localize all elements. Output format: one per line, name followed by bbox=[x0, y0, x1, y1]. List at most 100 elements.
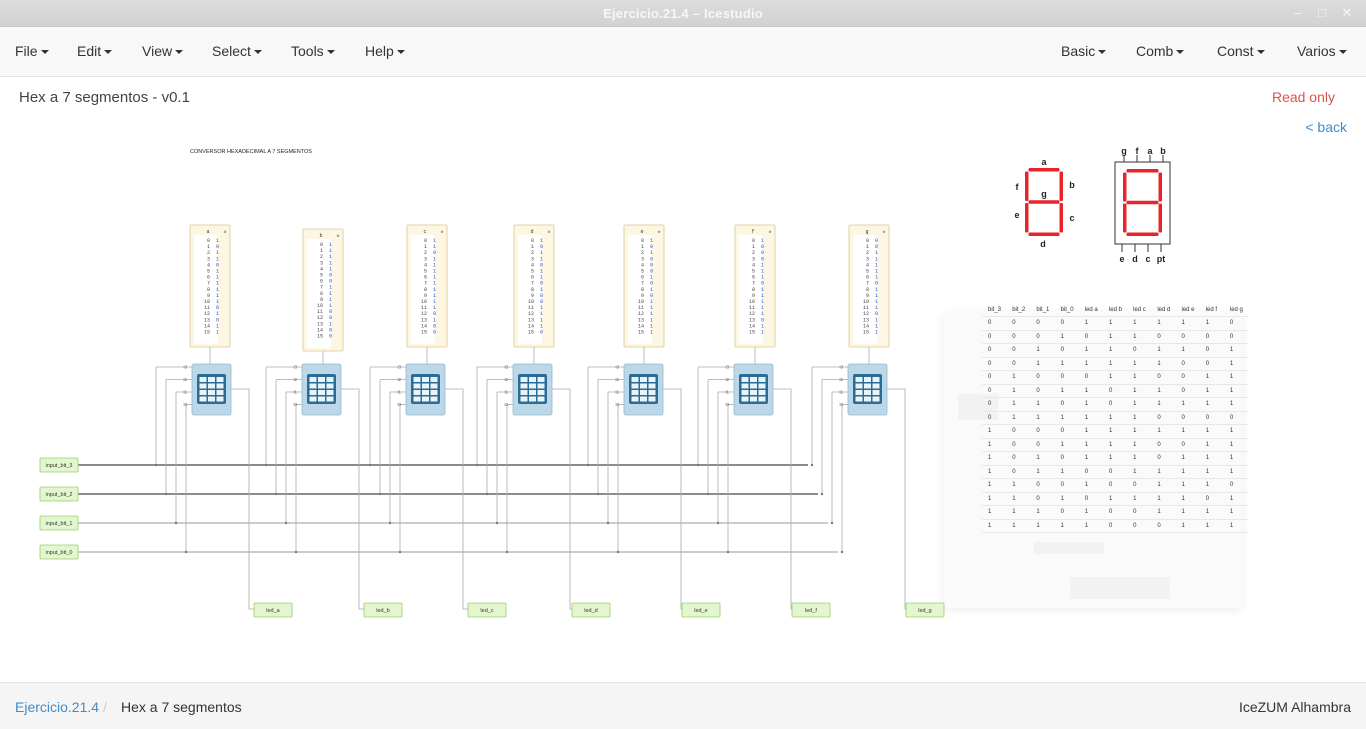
memory-index: 14 bbox=[749, 323, 755, 329]
memory-bit: 0 bbox=[329, 334, 332, 340]
memory-title: d bbox=[530, 229, 533, 235]
truth-table-cell: 1 bbox=[1078, 451, 1103, 466]
truth-table-header-cell: bit_2 bbox=[1006, 303, 1031, 317]
truth-table-cell: 0 bbox=[1151, 451, 1176, 466]
segment-label-a: a bbox=[1041, 157, 1047, 167]
memory-bit: 1 bbox=[875, 305, 878, 311]
memory-bit: 1 bbox=[650, 305, 653, 311]
table-icon-cell bbox=[537, 377, 545, 382]
board-name[interactable]: IceZUM Alhambra bbox=[1239, 699, 1351, 715]
bottom-pin-label: e bbox=[1119, 254, 1124, 264]
truth-table-cell: 0 bbox=[1102, 478, 1128, 493]
table-icon-cell bbox=[741, 377, 749, 382]
memory-bit: 1 bbox=[875, 250, 878, 256]
port-label: i1 bbox=[183, 390, 187, 395]
memory-index: 14 bbox=[638, 323, 644, 329]
memory-bit: 1 bbox=[650, 238, 653, 244]
table-icon-cell bbox=[326, 390, 334, 395]
port-label: i3 bbox=[504, 365, 508, 370]
truth-table-cell: 1 bbox=[1175, 451, 1200, 466]
truth-table-cell: 0 bbox=[1030, 492, 1055, 506]
wire-junction bbox=[294, 550, 298, 554]
memory-bit: 1 bbox=[540, 256, 543, 262]
memory-bit: 1 bbox=[216, 299, 219, 305]
breadcrumb-project[interactable]: Ejercicio.21.4 bbox=[15, 699, 99, 715]
table-icon-cell bbox=[520, 396, 528, 402]
truth-table-cell: 0 bbox=[1030, 384, 1055, 398]
truth-table-cell: 1 bbox=[1102, 330, 1128, 344]
truth-table-cell: 1 bbox=[1151, 384, 1176, 398]
memory-title: e bbox=[640, 229, 643, 235]
memory-bit: 1 bbox=[329, 303, 332, 309]
table-icon-cell bbox=[864, 383, 871, 389]
memory-bit: 0 bbox=[540, 244, 543, 250]
port-label: i3 bbox=[725, 365, 729, 370]
truth-table-cell: 0 bbox=[1175, 370, 1200, 385]
output-label: led_b bbox=[376, 608, 389, 614]
truth-table-cell: 0 bbox=[1054, 424, 1079, 439]
truth-table-header-cell: bit_3 bbox=[982, 303, 1007, 317]
memory-index: 10 bbox=[749, 299, 755, 305]
wire-junction bbox=[284, 521, 288, 525]
package-digit-segment bbox=[1158, 172, 1162, 202]
table-icon-cell bbox=[631, 377, 639, 382]
truth-table-cell: 0 bbox=[1223, 316, 1249, 331]
table-icon-cell bbox=[872, 390, 880, 395]
memory-index: 10 bbox=[638, 299, 644, 305]
memory-index: 15 bbox=[638, 330, 644, 336]
truth-table-cell: 1 bbox=[1223, 357, 1249, 371]
table-icon-cell bbox=[318, 377, 325, 382]
truth-table-cell: 1 bbox=[1199, 384, 1224, 398]
table-icon-cell bbox=[758, 390, 766, 395]
memory-index: 0 bbox=[207, 238, 210, 244]
memory-bit: 1 bbox=[433, 262, 436, 268]
table-icon-cell bbox=[413, 377, 421, 382]
memory-index: 14 bbox=[863, 323, 869, 329]
output-wire bbox=[341, 388, 364, 610]
truth-table-cell: 1 bbox=[1030, 465, 1055, 479]
segment-label-f: f bbox=[1016, 182, 1020, 192]
table-icon-cell bbox=[326, 377, 334, 382]
memory-bit: 1 bbox=[329, 248, 332, 254]
memory-bit: 0 bbox=[216, 317, 219, 323]
truth-table-cell: 1 bbox=[1151, 505, 1176, 520]
memory-index: 3 bbox=[752, 256, 755, 262]
package-digit-segment bbox=[1158, 203, 1162, 233]
truth-table-cell: 1 bbox=[1199, 465, 1224, 479]
memory-bit: 1 bbox=[216, 275, 219, 281]
memory-bit: 0 bbox=[433, 311, 436, 317]
truth-table-cell: 0 bbox=[1199, 492, 1224, 506]
wire-junction bbox=[174, 521, 178, 525]
truth-table-cell: 0 bbox=[1078, 370, 1103, 385]
memory-index: 6 bbox=[320, 279, 323, 285]
wire-junction bbox=[264, 463, 268, 467]
memory-bit: 0 bbox=[216, 305, 219, 311]
truth-table-row: 01101011111 bbox=[982, 397, 1249, 412]
memory-index: 6 bbox=[752, 275, 755, 281]
memory-title: f bbox=[751, 229, 754, 235]
truth-table-cell: 1 bbox=[1199, 451, 1224, 466]
truth-table-header-cell: led g bbox=[1223, 303, 1249, 317]
memory-index: 4 bbox=[424, 262, 427, 268]
memory-bit: 1 bbox=[875, 287, 878, 293]
truth-table-cell: 0 bbox=[1006, 438, 1031, 452]
labeled-digit-segment bbox=[1028, 168, 1060, 172]
memory-index: 15 bbox=[528, 330, 534, 336]
status-footer: Ejercicio.21.4 / Hex a 7 segmentos IceZU… bbox=[0, 682, 1366, 729]
memory-bit: 1 bbox=[761, 330, 764, 336]
port-label: i3 bbox=[839, 365, 843, 370]
truth-table-cell: 1 bbox=[1223, 519, 1249, 533]
table-icon-cell bbox=[750, 390, 757, 395]
truth-table-cell: 1 bbox=[1030, 505, 1055, 520]
truth-table-cell: 1 bbox=[982, 505, 1007, 520]
truth-table: bit_3 bit_2 bit_1 bit_0 led a led b led c led d… bbox=[982, 303, 1249, 533]
memory-bit: 0 bbox=[540, 281, 543, 287]
memory-bit: 0 bbox=[761, 317, 764, 323]
memory-bit: 0 bbox=[650, 269, 653, 275]
memory-index: 11 bbox=[204, 305, 210, 311]
memory-title: a bbox=[206, 229, 209, 235]
truth-table-cell: 0 bbox=[1054, 478, 1079, 493]
memory-index: 7 bbox=[752, 281, 755, 287]
memory-index: 2 bbox=[752, 250, 755, 256]
truth-table-cell: 1 bbox=[1127, 424, 1152, 439]
